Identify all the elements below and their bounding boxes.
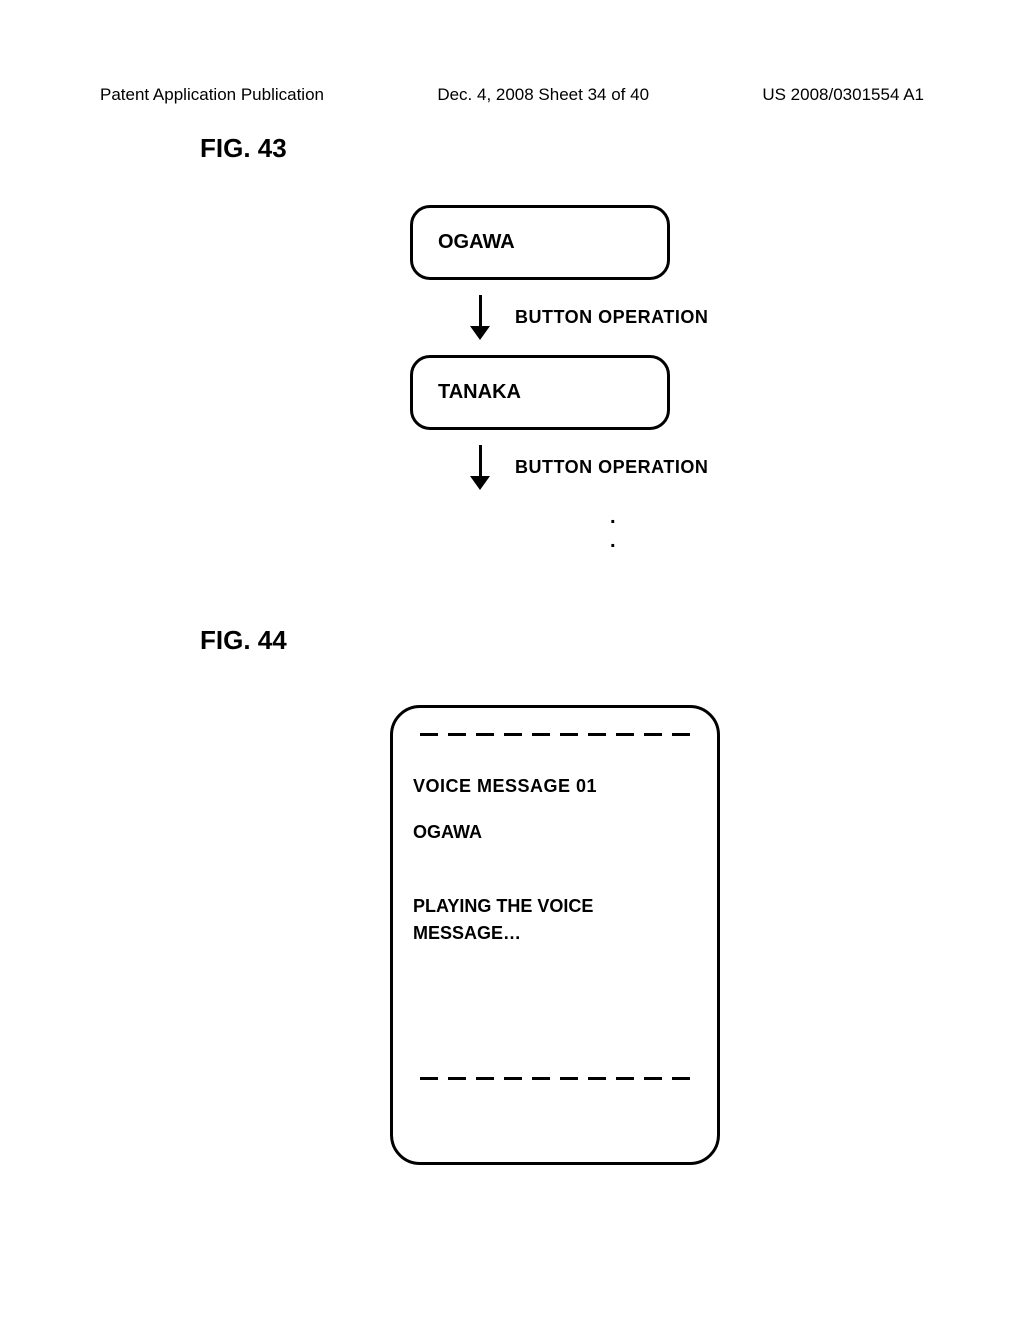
header-publication: Patent Application Publication [100,85,324,105]
name-box-ogawa: OGAWA [410,205,670,280]
dashed-divider-top [413,733,697,736]
button-operation-label: BUTTON OPERATION [515,307,708,328]
header-date-sheet: Dec. 4, 2008 Sheet 34 of 40 [437,85,649,105]
down-arrow-icon [470,295,490,340]
figure-44-label: FIG. 44 [200,625,287,656]
figure-43-label: FIG. 43 [200,133,287,164]
voice-message-title: VOICE MESSAGE 01 [413,776,697,797]
arrow-section-2: BUTTON OPERATION [470,445,708,490]
header-patent-number: US 2008/0301554 A1 [762,85,924,105]
figure-44-diagram: VOICE MESSAGE 01 OGAWA PLAYING THE VOICE… [390,705,720,1165]
button-operation-label: BUTTON OPERATION [515,457,708,478]
phone-screen: VOICE MESSAGE 01 OGAWA PLAYING THE VOICE… [390,705,720,1165]
name-box-tanaka: TANAKA [410,355,670,430]
vertical-dots-icon: .. [610,505,708,553]
name-box-text: TANAKA [438,381,521,404]
voice-message-sender: OGAWA [413,822,697,843]
page-header: Patent Application Publication Dec. 4, 2… [0,85,1024,105]
figure-43-diagram: OGAWA BUTTON OPERATION TANAKA BUTTON OPE… [410,205,708,553]
voice-message-status: PLAYING THE VOICE MESSAGE… [413,893,697,947]
dashed-divider-bottom [413,1077,697,1080]
name-box-text: OGAWA [438,231,515,254]
arrow-section-1: BUTTON OPERATION [470,295,708,340]
down-arrow-icon [470,445,490,490]
